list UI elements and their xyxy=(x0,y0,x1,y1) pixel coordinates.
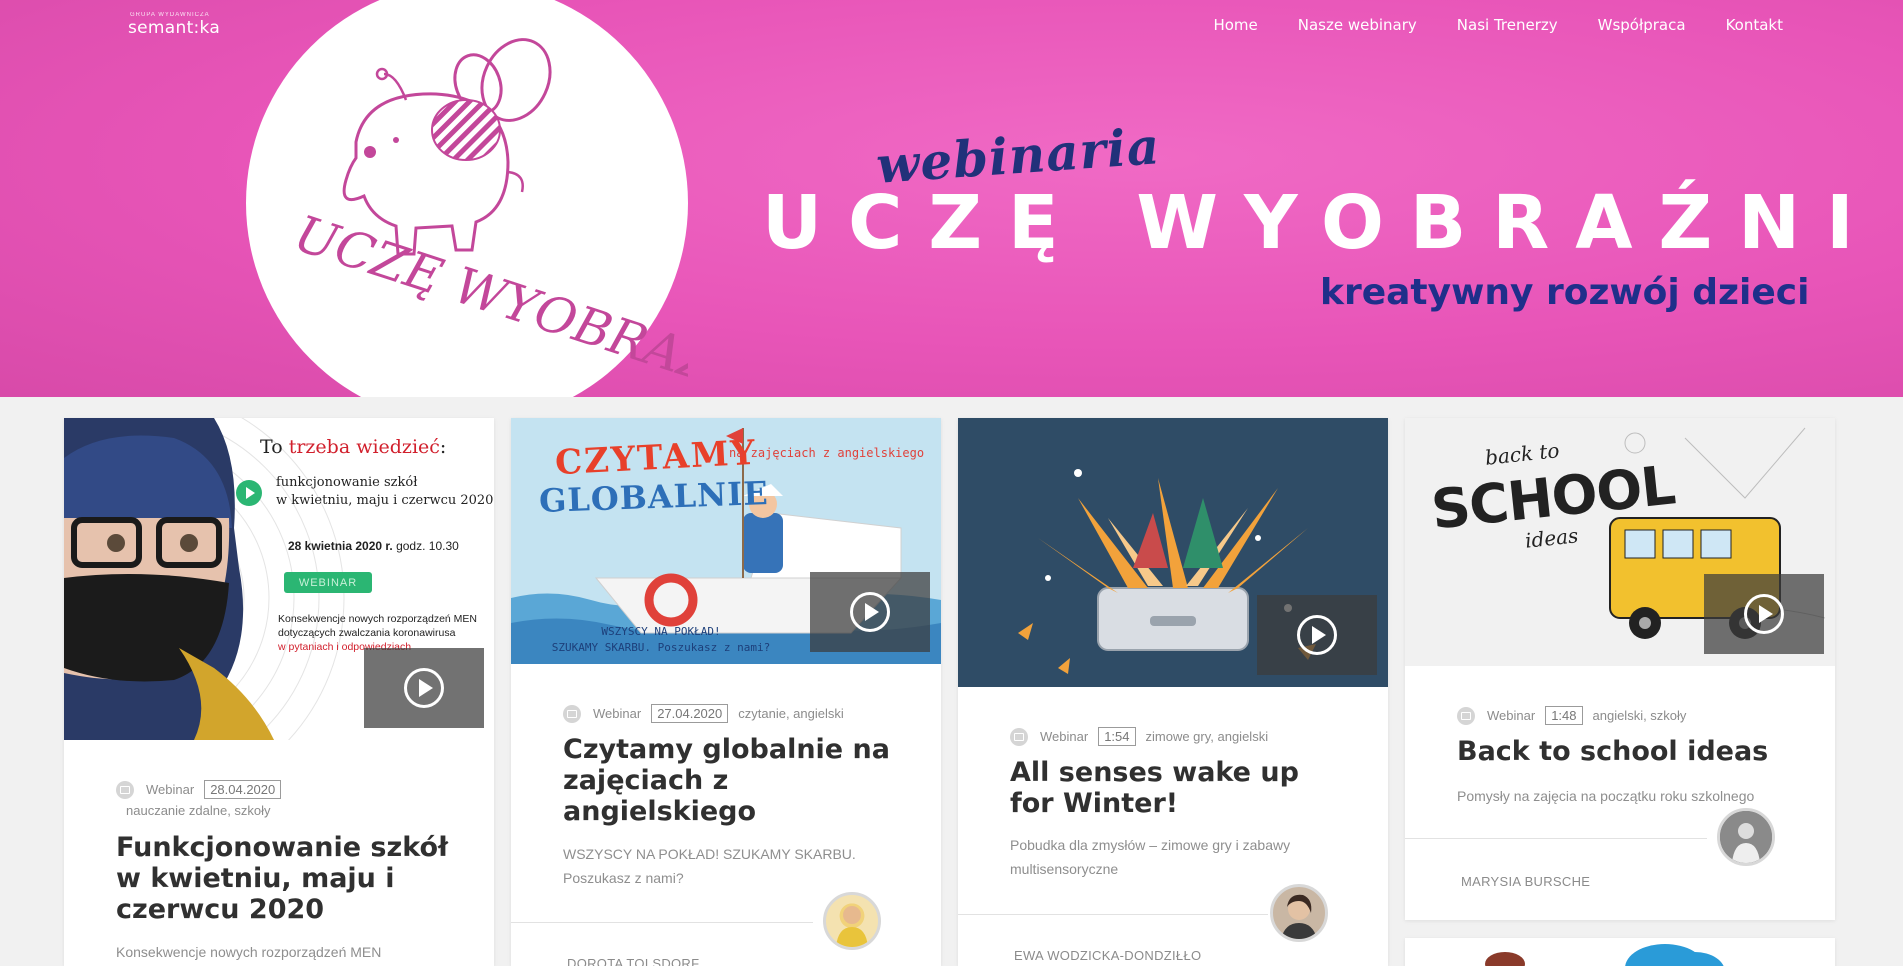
uczę-wyobraźni-logo: UCZĘ WYOBRAŹNI! xyxy=(246,0,688,397)
author-avatar[interactable] xyxy=(823,892,881,950)
meta-type: Webinar xyxy=(1040,729,1089,744)
nav-cooperation[interactable]: Współpraca xyxy=(1598,16,1686,34)
logo-lettering: UCZĘ WYOBRAŹNI! xyxy=(288,203,688,397)
card-description: WSZYSCY NA POKŁAD! SZUKAMY SKARBU. Poszu… xyxy=(563,846,856,886)
thumb-note-1: Konsekwencje nowych rozporządzeń MEN xyxy=(278,613,478,625)
thumb-date: 28 kwietnia 2020 r. godz. 10.30 xyxy=(288,539,459,553)
meta-date: 27.04.2020 xyxy=(651,704,729,723)
webinar-icon xyxy=(1457,706,1475,725)
play-icon xyxy=(404,668,444,708)
webinar-icon xyxy=(116,780,134,799)
card-divider xyxy=(1405,838,1707,839)
author-name[interactable]: EWA WODZICKA-DONDZIŁŁO xyxy=(1014,948,1201,963)
card-description: Pobudka dla zmysłów – zimowe gry i zabaw… xyxy=(1010,837,1291,877)
meta-type: Webinar xyxy=(146,782,195,797)
thumb-line-1: funkcjonowanie szkół xyxy=(276,475,418,490)
brand-tagline: GRUPA WYDAWNICZA xyxy=(130,12,210,18)
thumb-date-bold: 28 kwietnia 2020 r. xyxy=(288,539,393,553)
author-avatar[interactable] xyxy=(1717,808,1775,866)
card-meta: Webinar 28.04.2020 nauczanie zdalne, szk… xyxy=(116,780,456,818)
meta-date: 1:48 xyxy=(1545,706,1583,725)
webinar-card[interactable]: back to SCHOOL ideas Webinar 1:48 angiel… xyxy=(1405,418,1835,920)
nav-contact[interactable]: Kontakt xyxy=(1726,16,1783,34)
card-title[interactable]: Czytamy globalnie na zajęciach z angiels… xyxy=(563,734,903,827)
nav-home[interactable]: Home xyxy=(1213,16,1257,34)
thumb-word-2: GLOBALNIE xyxy=(538,474,770,520)
meta-type: Webinar xyxy=(1487,708,1536,723)
hero-banner: GRUPA WYDAWNICZA semant:ka Home Nasze we… xyxy=(0,0,1903,397)
play-icon xyxy=(1744,594,1784,634)
card-thumbnail[interactable]: To trzeba wiedzieć: funkcjonowanie szkół… xyxy=(64,418,494,740)
thumb-aside: na zajęciach z angielskiego xyxy=(729,446,925,460)
thumb-heading-red: trzeba wiedzieć xyxy=(288,436,440,458)
card-thumbnail[interactable]: CZYTAMY GLOBALNIE na zajęciach z angiels… xyxy=(511,418,941,664)
card-title[interactable]: Funkcjonowanie szkół w kwietniu, maju i … xyxy=(116,832,456,925)
card-divider xyxy=(958,914,1268,915)
nav-webinars[interactable]: Nasze webinary xyxy=(1298,16,1417,34)
meta-date: 1:54 xyxy=(1098,727,1136,746)
card-title[interactable]: Back to school ideas xyxy=(1457,736,1797,767)
webinar-card[interactable]: To trzeba wiedzieć: funkcjonowanie szkół… xyxy=(64,418,494,966)
play-button[interactable] xyxy=(810,572,930,652)
thumb-caption: WSZYSCY NA POKŁAD! SZUKAMY SKARBU. Poszu… xyxy=(511,624,811,656)
hero-title: UCZĘ WYOBRAŹNI xyxy=(762,180,1880,266)
card-thumbnail[interactable]: back to SCHOOL ideas xyxy=(1405,418,1835,666)
meta-type: Webinar xyxy=(593,706,642,721)
play-button[interactable] xyxy=(364,648,484,728)
card-title[interactable]: All senses wake up for Winter! xyxy=(1010,757,1350,819)
webinar-icon xyxy=(1010,727,1028,746)
nav-trainers[interactable]: Nasi Trenerzy xyxy=(1457,16,1558,34)
play-button[interactable] xyxy=(1257,595,1377,675)
thumb-line-2: w kwietniu, maju i czerwcu 2020 xyxy=(276,493,494,508)
meta-tags[interactable]: czytanie, angielski xyxy=(738,706,844,721)
thumb-heading: To trzeba wiedzieć: xyxy=(260,436,490,458)
card-description: Konsekwencje nowych rozporządzeń MEN xyxy=(116,944,382,960)
play-icon xyxy=(1297,615,1337,655)
meta-date: 28.04.2020 xyxy=(204,780,282,799)
elephant-bee-illustration: UCZĘ WYOBRAŹNI! xyxy=(288,38,688,397)
thumb-date-time: godz. 10.30 xyxy=(392,539,459,553)
main-nav: Home Nasze webinary Nasi Trenerzy Współp… xyxy=(1213,16,1783,34)
green-play-icon xyxy=(236,480,262,506)
card-meta: Webinar 27.04.2020 czytanie, angielski xyxy=(563,704,903,723)
webinar-icon xyxy=(563,704,581,723)
card-description: Pomysły na zajęcia na początku roku szko… xyxy=(1457,788,1755,804)
author-name[interactable]: MARYSIA BURSCHE xyxy=(1461,874,1590,889)
meta-tags[interactable]: nauczanie zdalne, szkoły xyxy=(116,803,456,818)
play-button[interactable] xyxy=(1704,574,1824,654)
card-meta: Webinar 1:48 angielski, szkoły xyxy=(1457,706,1797,725)
meta-tags[interactable]: zimowe gry, angielski xyxy=(1146,729,1269,744)
thumb-caption-2: SZUKAMY SKARBU. Poszukasz z nami? xyxy=(551,641,771,654)
thumb-subtitle: funkcjonowanie szkół w kwietniu, maju i … xyxy=(276,474,493,510)
card-divider xyxy=(511,922,813,923)
brand-logo[interactable]: GRUPA WYDAWNICZA semant:ka xyxy=(128,12,220,38)
webinar-card[interactable] xyxy=(1405,938,1835,966)
thumb-heading-colon: : xyxy=(439,436,447,458)
thumb-caption-1: WSZYSCY NA POKŁAD! xyxy=(601,625,721,638)
webinar-card[interactable]: Webinar 1:54 zimowe gry, angielski All s… xyxy=(958,418,1388,966)
thumb-webinar-badge: WEBINAR xyxy=(284,572,372,593)
author-avatar[interactable] xyxy=(1270,884,1328,942)
author-name[interactable]: DOROTA TOLSDORF xyxy=(567,956,699,966)
thumb-note-2: dotyczących zwalczania koronawirusa xyxy=(278,627,456,639)
play-icon xyxy=(850,592,890,632)
meta-tags[interactable]: angielski, szkoły xyxy=(1593,708,1687,723)
card-thumbnail-partial xyxy=(1405,938,1835,966)
brand-name: semant:ka xyxy=(128,18,221,38)
card-meta: Webinar 1:54 zimowe gry, angielski xyxy=(1010,727,1350,746)
thumb-heading-plain: To xyxy=(260,436,289,458)
card-thumbnail[interactable] xyxy=(958,418,1388,687)
hero-subtitle: kreatywny rozwój dzieci xyxy=(1320,272,1810,313)
webinar-card[interactable]: CZYTAMY GLOBALNIE na zajęciach z angiels… xyxy=(511,418,941,966)
